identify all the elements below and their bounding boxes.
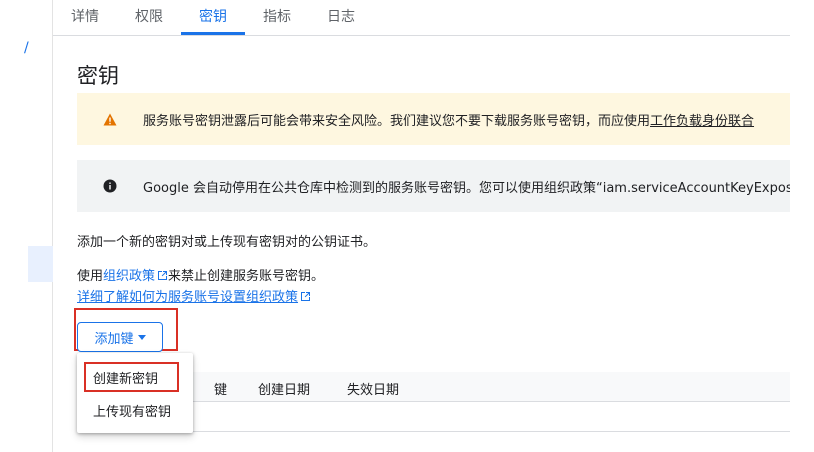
learn-more-text: 详细了解如何为服务账号设置组织政策 [77, 290, 299, 305]
policy-suffix: 来禁止创建服务账号密钥。 [168, 269, 325, 284]
policy-prefix: 使用 [77, 269, 104, 284]
caret-down-icon [137, 334, 146, 340]
page-title: 密钥 [77, 64, 119, 88]
tab-keys[interactable]: 密钥 [181, 0, 245, 35]
warning-icon [77, 113, 143, 126]
workload-identity-link[interactable]: 工作负载身份联合 [650, 110, 754, 129]
column-created[interactable]: 创建日期 [258, 379, 310, 398]
nav-selected-indicator [28, 246, 53, 282]
org-policy-link[interactable]: 组织政策 [103, 269, 168, 284]
menu-item-create-new-key[interactable]: 创建新密钥 [93, 368, 158, 387]
menu-item-upload-existing-key[interactable]: 上传现有密钥 [93, 401, 171, 420]
external-link-icon [158, 271, 168, 280]
warning-text: 服务账号密钥泄露后可能会带来安全风险。我们建议您不要下载服务账号密钥，而应使用 [143, 113, 651, 129]
warning-banner: 服务账号密钥泄露后可能会带来安全风险。我们建议您不要下载服务账号密钥，而应使用工… [77, 93, 814, 145]
add-key-button[interactable]: 添加键 [77, 322, 163, 352]
info-icon [77, 179, 143, 193]
learn-more-line: 详细了解如何为服务账号设置组织政策 [77, 286, 311, 305]
tab-logs[interactable]: 日志 [309, 0, 373, 35]
nav-glyph: / [24, 40, 29, 56]
info-banner: Google 会自动停用在公共仓库中检测到的服务账号密钥。您可以使用组织政策“i… [77, 160, 814, 212]
tab-permissions[interactable]: 权限 [117, 0, 181, 35]
policy-line: 使用组织政策 来禁止创建服务账号密钥。 [77, 265, 324, 284]
add-key-menu: 创建新密钥 上传现有密钥 [77, 353, 193, 433]
external-link-icon [301, 292, 311, 301]
left-nav: / [0, 0, 53, 452]
add-key-label: 添加键 [94, 331, 134, 347]
tab-bar: 详情 权限 密钥 指标 日志 [53, 0, 790, 36]
tab-details[interactable]: 详情 [53, 0, 117, 35]
tab-metrics[interactable]: 指标 [245, 0, 309, 35]
right-edge [790, 0, 814, 452]
info-text: Google 会自动停用在公共仓库中检测到的服务账号密钥。您可以使用组织政策“i… [143, 180, 814, 196]
org-policy-link-text: 组织政策 [103, 269, 156, 284]
column-expires[interactable]: 失效日期 [347, 379, 399, 398]
learn-more-link[interactable]: 详细了解如何为服务账号设置组织政策 [77, 290, 311, 305]
column-key[interactable]: 键 [214, 379, 227, 398]
keys-description: 添加一个新的密钥对或上传现有密钥对的公钥证书。 [77, 235, 377, 250]
